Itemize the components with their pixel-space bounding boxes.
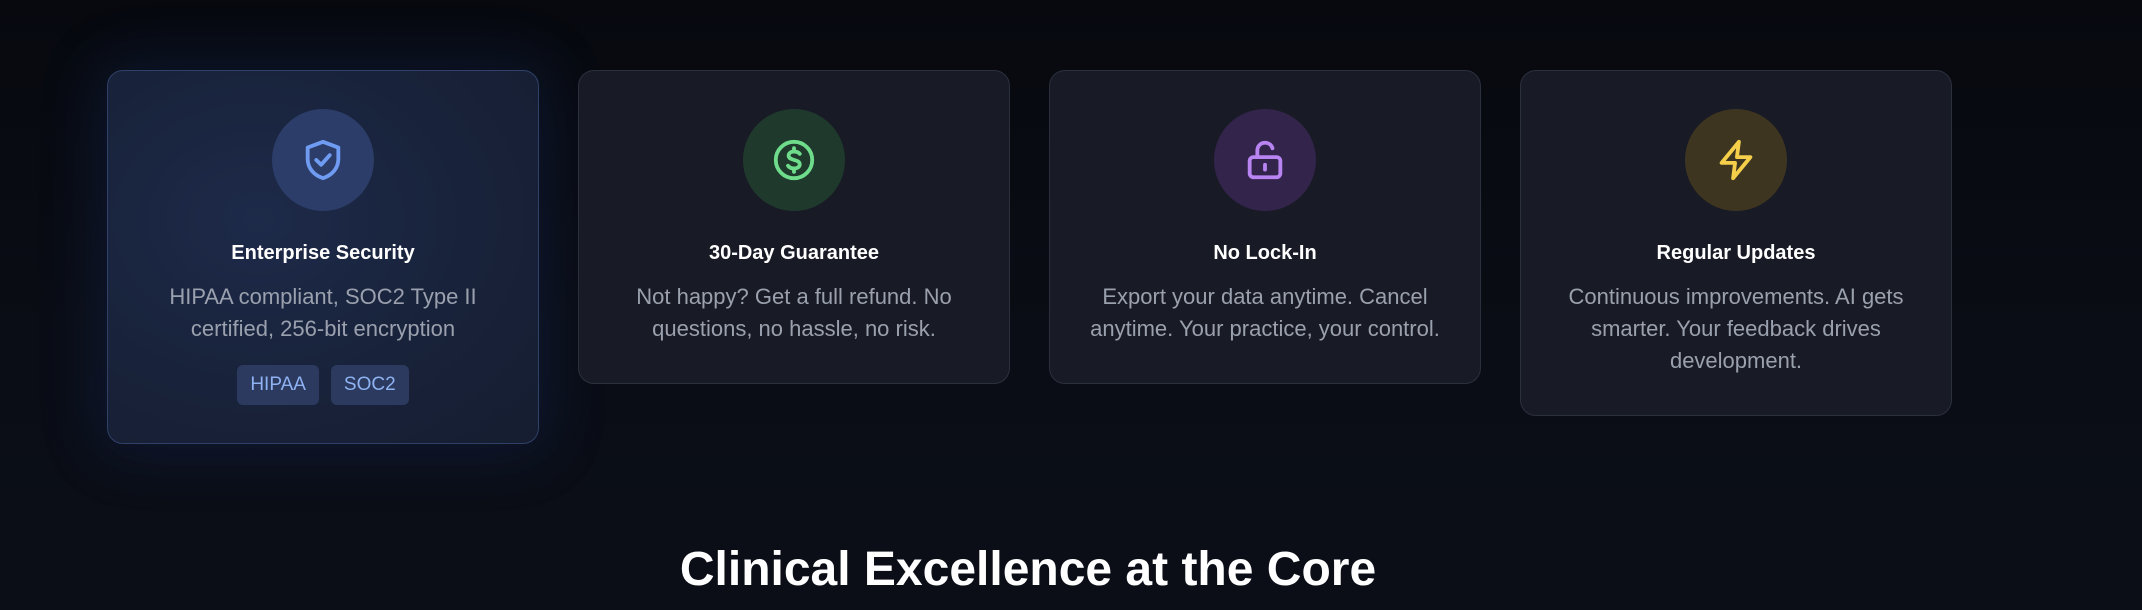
- feature-cards: Enterprise Security HIPAA compliant, SOC…: [107, 70, 1952, 444]
- card-no-lock-in: No Lock-In Export your data anytime. Can…: [1049, 70, 1481, 384]
- card-title: Regular Updates: [1656, 242, 1816, 264]
- icon-circle: [1214, 109, 1316, 211]
- unlocked-padlock-icon: [1247, 140, 1283, 180]
- card-enterprise-security: Enterprise Security HIPAA compliant, SOC…: [107, 70, 539, 444]
- card-regular-updates: Regular Updates Continuous improvements.…: [1520, 70, 1952, 416]
- card-description: Export your data anytime. Cancel anytime…: [1090, 284, 1440, 341]
- card-description: Continuous improvements. AI gets smarter…: [1568, 284, 1904, 373]
- card-title: 30-Day Guarantee: [708, 242, 880, 264]
- card-title: No Lock-In: [1213, 242, 1317, 264]
- icon-circle: [743, 109, 845, 211]
- badge-soc2: SOC2: [330, 365, 409, 405]
- shield-check-icon: [305, 139, 341, 181]
- section-title: Clinical Excellence at the Core: [679, 543, 1377, 596]
- badge-group: HIPAA SOC2: [237, 365, 409, 405]
- card-30-day-guarantee: 30-Day Guarantee Not happy? Get a full r…: [578, 70, 1010, 384]
- icon-circle: [1685, 109, 1787, 211]
- icon-circle: [272, 109, 374, 211]
- dollar-circle-icon: [773, 139, 815, 181]
- card-description: Not happy? Get a full refund. No questio…: [636, 284, 952, 341]
- badge-hipaa: HIPAA: [237, 365, 319, 405]
- card-title: Enterprise Security: [231, 242, 415, 264]
- card-description: HIPAA compliant, SOC2 Type II certified,…: [169, 284, 477, 341]
- lightning-bolt-icon: [1719, 139, 1753, 181]
